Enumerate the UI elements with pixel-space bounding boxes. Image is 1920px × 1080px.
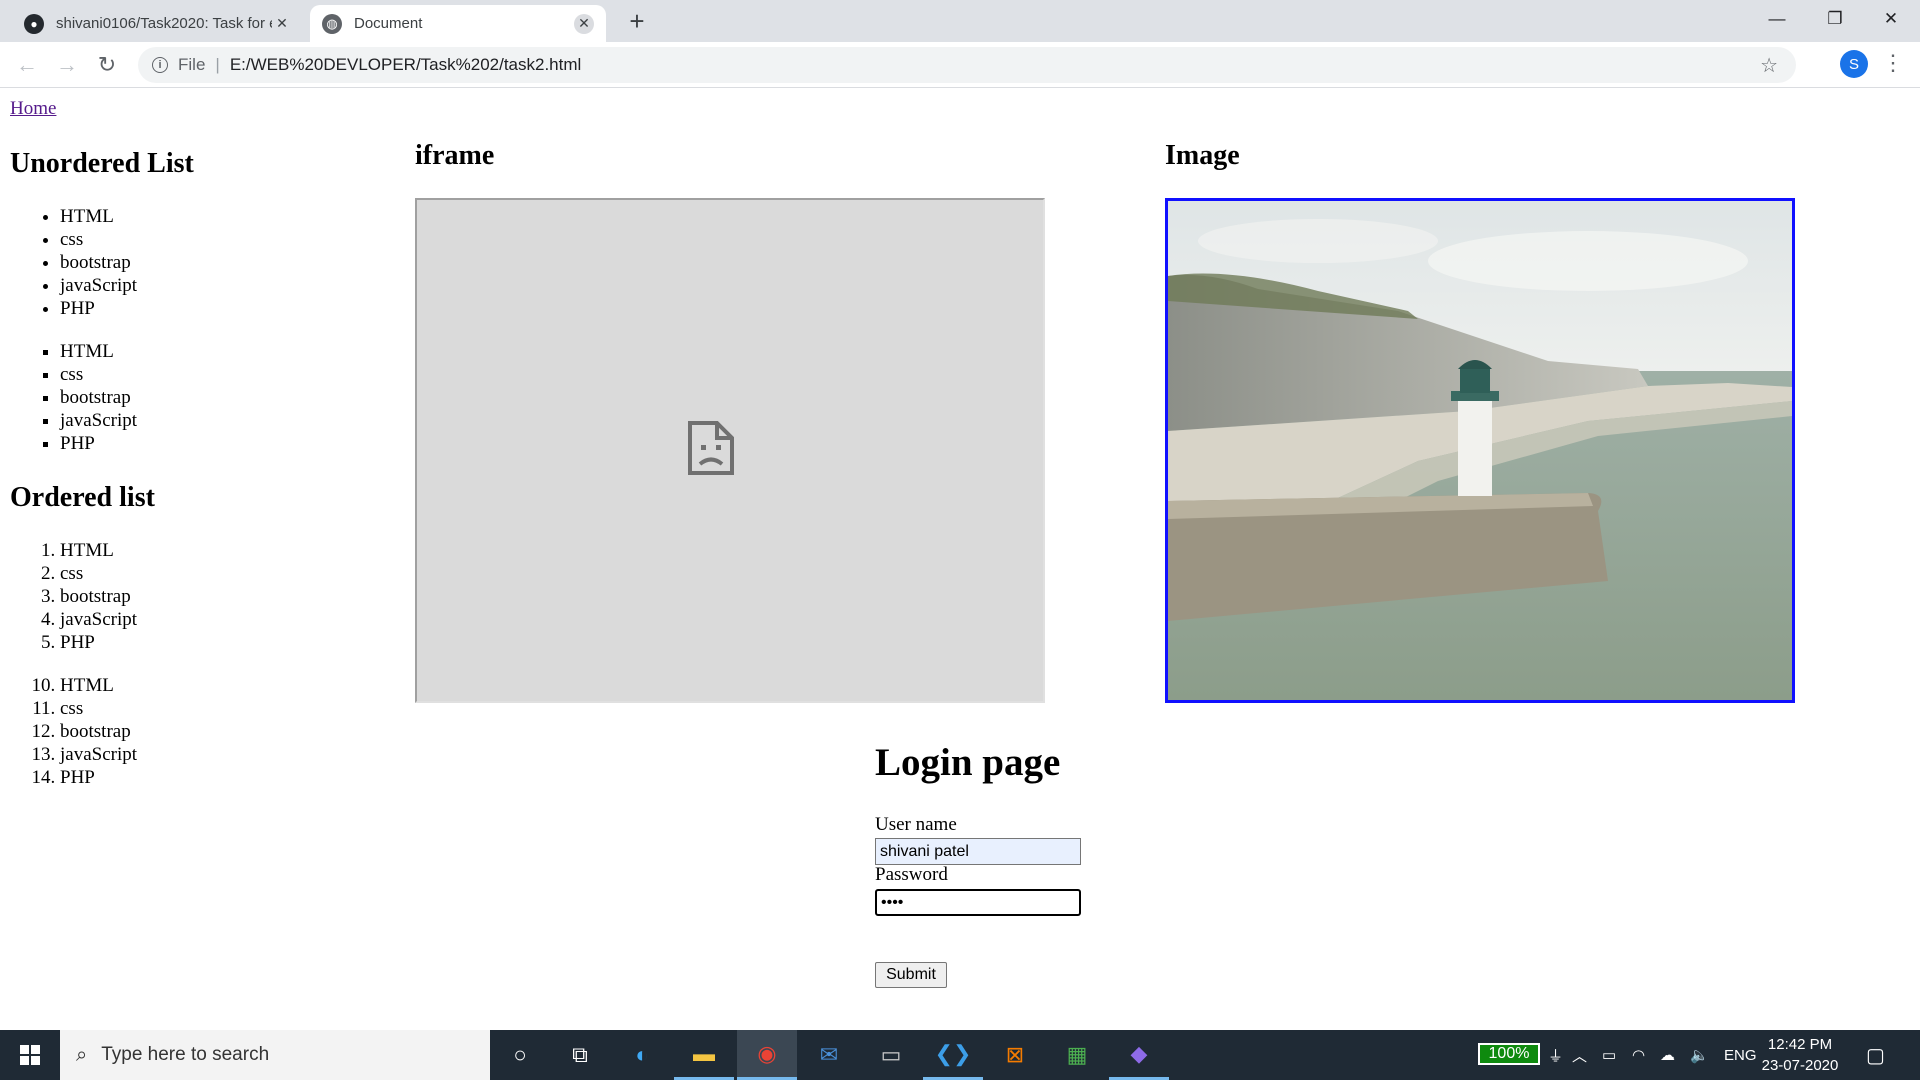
file-explorer-icon[interactable]: ▬ — [674, 1030, 734, 1080]
list-item: css — [60, 363, 137, 386]
unordered-list-heading: Unordered List — [10, 148, 194, 179]
list-item: css — [60, 562, 137, 585]
submit-button[interactable]: Submit — [875, 962, 947, 988]
xampp-icon[interactable]: ⊠ — [985, 1030, 1045, 1080]
list-item: PHP — [60, 766, 137, 789]
ordered-list-2: HTML css bootstrap javaScript PHP — [60, 674, 137, 789]
list-item: css — [60, 228, 137, 251]
list-item: PHP — [60, 297, 137, 320]
paint-app-icon[interactable]: ◆ — [1109, 1030, 1169, 1080]
ordered-list-heading: Ordered list — [10, 482, 155, 513]
store-icon[interactable]: ▦ — [1047, 1030, 1107, 1080]
image-heading: Image — [1165, 140, 1240, 171]
list-item: PHP — [60, 631, 137, 654]
more-menu-icon[interactable]: ⋮ — [1882, 50, 1904, 76]
volume-icon[interactable]: 🔈 — [1690, 1030, 1709, 1080]
list-item: HTML — [60, 539, 137, 562]
list-item: javaScript — [60, 743, 137, 766]
new-tab-button[interactable]: + — [622, 6, 652, 37]
lighthouse-image — [1165, 198, 1795, 703]
square-list: HTML css bootstrap javaScript PHP — [60, 340, 137, 455]
chrome-icon[interactable]: ◉ — [737, 1030, 797, 1080]
taskbar-search[interactable]: ⌕ Type here to search — [60, 1030, 490, 1080]
url-separator: | — [215, 55, 220, 74]
tab-title: Document — [354, 15, 423, 32]
list-item: javaScript — [60, 608, 137, 631]
language-indicator[interactable]: ENG — [1724, 1030, 1757, 1080]
start-button[interactable] — [0, 1030, 60, 1080]
power-plug-icon: ⏚ — [1548, 1047, 1564, 1065]
clock-time: 12:42 PM — [1767, 1036, 1833, 1053]
list-item: bootstrap — [60, 720, 137, 743]
tab-github[interactable]: ● shivani0106/Task2020: Task for e ✕ — [12, 5, 304, 42]
password-input[interactable] — [875, 889, 1081, 916]
edge-icon[interactable]: ◐ — [612, 1030, 672, 1080]
forward-icon[interactable]: → — [52, 50, 82, 80]
onedrive-icon[interactable]: ☁ — [1660, 1030, 1675, 1080]
terminal-icon[interactable]: ▭ — [861, 1030, 921, 1080]
mail-icon[interactable]: ✉ — [799, 1030, 859, 1080]
username-input[interactable] — [875, 838, 1081, 865]
list-item: bootstrap — [60, 251, 137, 274]
list-item: javaScript — [60, 274, 137, 297]
battery-indicator[interactable]: 100% — [1478, 1043, 1540, 1065]
windows-logo-icon — [20, 1045, 40, 1065]
disc-list: HTML css bootstrap javaScript PHP — [60, 205, 137, 320]
list-item: HTML — [60, 340, 137, 363]
close-icon[interactable]: ✕ — [574, 13, 594, 34]
minimize-icon[interactable]: — — [1748, 0, 1806, 38]
username-label: User name — [875, 814, 957, 835]
url-text: E:/WEB%20DEVLOPER/Task%202/task2.html — [229, 55, 582, 74]
search-placeholder: Type here to search — [101, 1044, 270, 1065]
search-icon: ⌕ — [76, 1043, 88, 1066]
browser-toolbar: ← → ↻ i File | E:/WEB%20DEVLOPER/Task%20… — [0, 42, 1920, 88]
tab-title: shivani0106/Task2020: Task for e — [56, 15, 272, 32]
lighthouse-illustration — [1168, 201, 1792, 700]
clock-date: 23-07-2020 — [1761, 1057, 1839, 1074]
cortana-icon[interactable]: ○ — [490, 1030, 550, 1080]
page-content: Home Unordered List HTML css bootstrap j… — [0, 88, 1920, 1030]
broken-page-icon — [688, 421, 734, 475]
chevron-up-icon[interactable]: ︿ — [1572, 1030, 1587, 1080]
notifications-icon[interactable]: ▢ — [1866, 1030, 1885, 1080]
profile-avatar[interactable]: S — [1840, 50, 1868, 78]
close-window-icon[interactable]: ✕ — [1862, 0, 1920, 38]
system-clock[interactable]: 12:42 PM 23-07-2020 — [1755, 1034, 1845, 1076]
address-bar[interactable]: i File | E:/WEB%20DEVLOPER/Task%202/task… — [138, 47, 1796, 83]
tab-document[interactable]: ◍ Document ✕ — [310, 5, 606, 42]
restore-icon[interactable]: ❐ — [1806, 0, 1864, 38]
info-icon[interactable]: i — [152, 57, 168, 73]
iframe-frame[interactable] — [415, 198, 1045, 703]
tab-strip: ● shivani0106/Task2020: Task for e ✕ ◍ D… — [0, 0, 1920, 42]
login-title: Login page — [875, 741, 1061, 784]
iframe-heading: iframe — [415, 140, 495, 171]
battery-icon[interactable]: ▭ — [1602, 1030, 1616, 1080]
globe-icon: ◍ — [322, 13, 342, 34]
reload-icon[interactable]: ↻ — [92, 50, 122, 80]
list-item: PHP — [60, 432, 137, 455]
task-view-icon[interactable]: ⧉ — [550, 1030, 610, 1080]
list-item: bootstrap — [60, 585, 137, 608]
password-label: Password — [875, 864, 948, 885]
list-item: javaScript — [60, 409, 137, 432]
back-icon[interactable]: ← — [12, 50, 42, 80]
bookmark-star-icon[interactable]: ☆ — [1760, 53, 1778, 78]
github-icon: ● — [24, 13, 44, 34]
close-icon[interactable]: ✕ — [272, 14, 292, 34]
url-scheme: File — [178, 55, 206, 74]
windows-taskbar: ⌕ Type here to search ○ ⧉ ◐ ▬ ◉ ✉ ▭ ❮❯ ⊠… — [0, 1030, 1920, 1080]
ordered-list-1: HTML css bootstrap javaScript PHP — [60, 539, 137, 654]
wifi-icon[interactable]: ◠ — [1632, 1030, 1645, 1080]
list-item: HTML — [60, 205, 137, 228]
list-item: bootstrap — [60, 386, 137, 409]
list-item: HTML — [60, 674, 137, 697]
list-item: css — [60, 697, 137, 720]
vscode-icon[interactable]: ❮❯ — [923, 1030, 983, 1080]
home-link[interactable]: Home — [10, 98, 56, 120]
